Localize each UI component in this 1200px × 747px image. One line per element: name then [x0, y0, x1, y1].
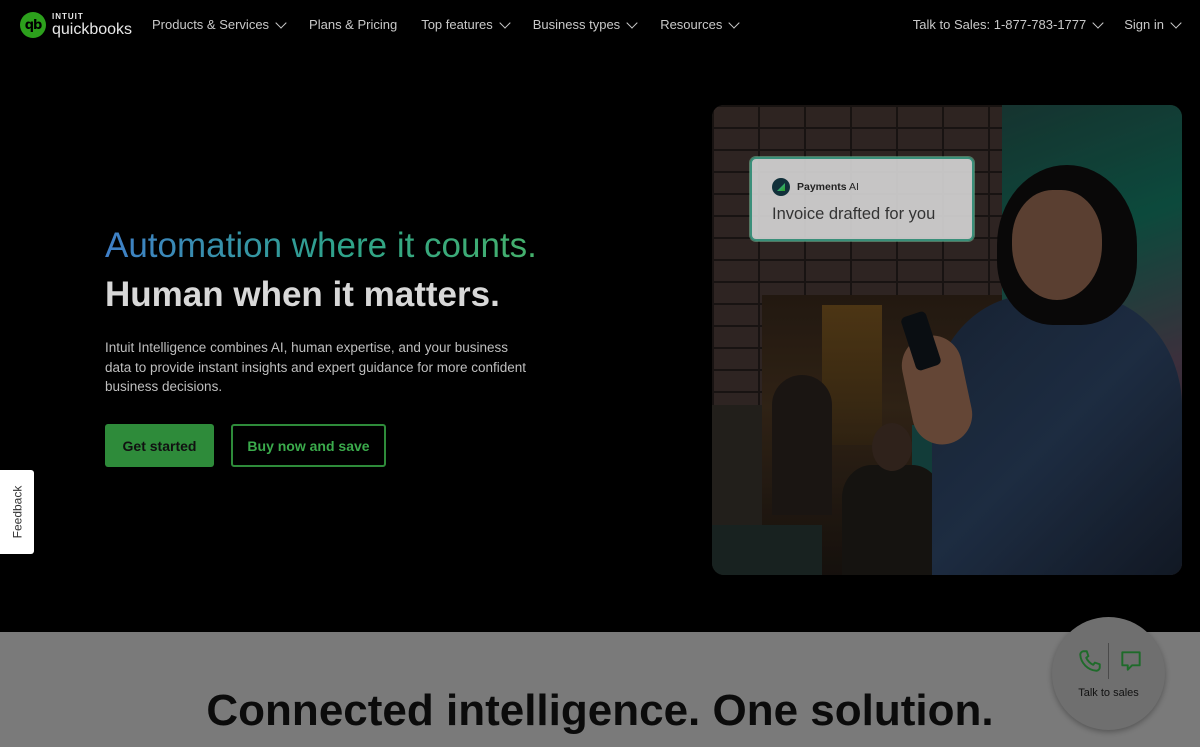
ai-card-product-suffix: AI: [848, 181, 859, 193]
nav-link-label: Business types: [532, 17, 621, 32]
chat-icon[interactable]: [1118, 648, 1144, 674]
payments-ai-icon: [772, 178, 790, 196]
feedback-label: Feedback: [10, 485, 25, 539]
nav-plans-pricing[interactable]: Plans & Pricing: [309, 17, 397, 32]
chevron-down-icon: [499, 16, 511, 29]
nav-link-label: Products & Services: [152, 17, 270, 32]
logo-intuit: INTUIT: [52, 11, 84, 21]
sign-in-label: Sign in: [1124, 17, 1164, 32]
chevron-down-icon: [275, 16, 287, 29]
nav-top-features[interactable]: Top features: [421, 16, 511, 32]
chevron-down-icon: [626, 16, 638, 29]
nav-business-types[interactable]: Business types: [532, 16, 638, 32]
buy-now-button[interactable]: Buy now and save: [231, 424, 386, 467]
feedback-tab[interactable]: Feedback: [0, 470, 34, 554]
ai-card-message: Invoice drafted for you: [772, 205, 936, 223]
logo-quickbooks: quickbooks: [52, 20, 133, 38]
logo-wordmark: INTUIT quickbooks: [52, 11, 133, 38]
chevron-down-icon: [1092, 16, 1104, 29]
quickbooks-logo[interactable]: qb INTUIT quickbooks: [20, 12, 132, 38]
nav-right: Talk to Sales: 1-877-783-1777 Sign in: [912, 16, 1182, 32]
nav-link-label: Resources: [660, 17, 723, 32]
hero-headline-primary: Automation where it counts.: [105, 226, 537, 265]
talk-to-sales-widget[interactable]: Talk to sales: [1052, 617, 1165, 730]
chevron-down-icon: [728, 16, 740, 29]
nav-link-label: Plans & Pricing: [309, 17, 398, 32]
hero-headline-secondary: Human when it matters.: [105, 275, 500, 314]
ai-card-header: Payments AI: [772, 178, 859, 196]
get-started-button[interactable]: Get started: [105, 424, 214, 467]
sales-divider: [1108, 643, 1109, 679]
talk-to-sales-widget-label: Talk to sales: [1078, 687, 1139, 699]
payments-ai-card: Payments AI Invoice drafted for you: [750, 157, 974, 241]
hero-description: Intuit Intelligence combines AI, human e…: [105, 340, 527, 394]
sign-in-dropdown[interactable]: Sign in: [1124, 16, 1182, 32]
ai-card-product-name: Payments: [797, 181, 847, 193]
qb-logo-icon: qb: [20, 12, 46, 38]
phone-icon[interactable]: [1077, 648, 1103, 674]
nav-products-services[interactable]: Products & Services: [152, 16, 287, 32]
nav-resources[interactable]: Resources: [660, 16, 740, 32]
ai-card-product: Payments AI: [797, 181, 859, 193]
talk-to-sales-label: Talk to Sales: 1-877-783-1777: [912, 17, 1087, 32]
talk-to-sales-dropdown[interactable]: Talk to Sales: 1-877-783-1777: [912, 16, 1104, 32]
nav-links: Products & Services Plans & Pricing Top …: [152, 16, 762, 32]
chevron-down-icon: [1170, 16, 1182, 29]
nav-link-label: Top features: [421, 17, 493, 32]
hero-photo: Payments AI Invoice drafted for you: [712, 105, 1182, 575]
top-nav: qb INTUIT quickbooks Products & Services…: [0, 0, 1200, 52]
section-title: Connected intelligence. One solution.: [206, 686, 994, 735]
